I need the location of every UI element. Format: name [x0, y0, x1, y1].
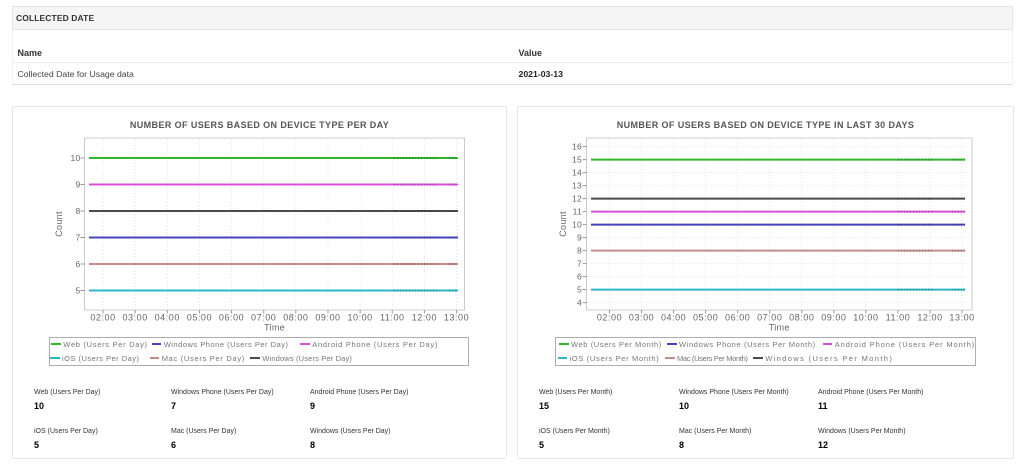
- svg-text:10:00: 10:00: [853, 313, 878, 323]
- svg-text:7: 7: [75, 233, 80, 243]
- svg-text:12:00: 12:00: [917, 313, 942, 323]
- svg-text:8: 8: [577, 246, 582, 256]
- svg-text:5: 5: [75, 286, 80, 296]
- svg-text:10:00: 10:00: [347, 313, 372, 323]
- svg-text:15: 15: [572, 155, 582, 165]
- svg-text:10: 10: [572, 220, 582, 230]
- svg-text:6: 6: [577, 272, 582, 282]
- svg-text:4: 4: [577, 298, 582, 308]
- svg-text:Count: Count: [54, 211, 64, 237]
- svg-text:03:00: 03:00: [122, 313, 147, 323]
- svg-text:Count: Count: [558, 211, 568, 237]
- svg-text:05:00: 05:00: [187, 313, 212, 323]
- svg-text:06:00: 06:00: [219, 313, 244, 323]
- svg-text:13:00: 13:00: [949, 313, 974, 323]
- svg-text:13:00: 13:00: [444, 313, 469, 323]
- svg-text:7: 7: [577, 259, 582, 269]
- svg-text:08:00: 08:00: [789, 313, 814, 323]
- svg-text:9: 9: [577, 233, 582, 243]
- svg-text:07:00: 07:00: [251, 313, 276, 323]
- svg-text:02:00: 02:00: [90, 313, 115, 323]
- svg-text:02:00: 02:00: [597, 313, 622, 323]
- svg-text:5: 5: [577, 285, 582, 295]
- svg-text:14: 14: [572, 168, 582, 178]
- svg-text:11:00: 11:00: [886, 313, 911, 323]
- svg-text:Time: Time: [769, 323, 790, 333]
- svg-text:08:00: 08:00: [283, 313, 308, 323]
- svg-text:09:00: 09:00: [315, 313, 340, 323]
- svg-text:04:00: 04:00: [155, 313, 180, 323]
- svg-text:12: 12: [572, 194, 582, 204]
- svg-text:8: 8: [75, 206, 80, 216]
- svg-text:11: 11: [573, 207, 582, 217]
- svg-text:03:00: 03:00: [629, 313, 654, 323]
- svg-text:9: 9: [75, 180, 80, 190]
- svg-text:Time: Time: [264, 323, 285, 333]
- svg-text:07:00: 07:00: [757, 313, 782, 323]
- svg-text:13: 13: [572, 181, 582, 191]
- svg-text:11:00: 11:00: [380, 313, 405, 323]
- svg-text:05:00: 05:00: [693, 313, 718, 323]
- svg-text:04:00: 04:00: [661, 313, 686, 323]
- svg-text:09:00: 09:00: [821, 313, 846, 323]
- svg-text:12:00: 12:00: [412, 313, 437, 323]
- svg-text:10: 10: [70, 153, 80, 163]
- svg-text:6: 6: [75, 259, 80, 269]
- svg-text:06:00: 06:00: [725, 313, 750, 323]
- svg-text:16: 16: [572, 142, 582, 152]
